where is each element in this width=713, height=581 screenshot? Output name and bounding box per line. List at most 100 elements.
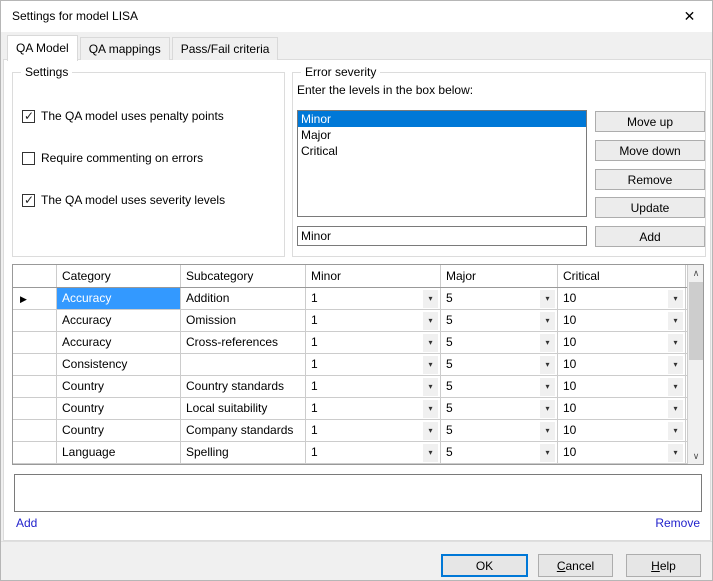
dropdown-icon[interactable]: ▾ <box>668 444 683 462</box>
dropdown-icon[interactable]: ▾ <box>668 312 683 330</box>
cell-minor[interactable]: 1▾ <box>306 332 441 353</box>
checkbox-icon[interactable] <box>22 194 35 207</box>
add-button[interactable]: Add <box>595 226 705 247</box>
header-minor[interactable]: Minor <box>306 265 441 287</box>
cell-subcategory[interactable]: Cross-references <box>181 332 306 353</box>
row-selector[interactable] <box>13 442 57 463</box>
checkbox-require-commenting[interactable]: Require commenting on errors <box>22 151 203 165</box>
cell-subcategory[interactable] <box>181 354 306 375</box>
dropdown-icon[interactable]: ▾ <box>668 400 683 418</box>
row-selector[interactable] <box>13 376 57 397</box>
cell-category[interactable]: Consistency <box>57 354 181 375</box>
table-row[interactable]: Consistency 1▾ 5▾ 10▾ <box>13 354 703 376</box>
cell-minor[interactable]: 1▾ <box>306 398 441 419</box>
cell-major[interactable]: 5▾ <box>441 398 558 419</box>
close-icon[interactable]: ✕ <box>667 1 712 31</box>
cell-category[interactable]: Country <box>57 420 181 441</box>
dropdown-icon[interactable]: ▾ <box>540 444 555 462</box>
table-row[interactable]: Country Country standards 1▾ 5▾ 10▾ <box>13 376 703 398</box>
dropdown-icon[interactable]: ▾ <box>423 356 438 374</box>
table-row[interactable]: Country Local suitability 1▾ 5▾ 10▾ <box>13 398 703 420</box>
table-row[interactable]: Country Company standards 1▾ 5▾ 10▾ <box>13 420 703 442</box>
cell-major[interactable]: 5▾ <box>441 310 558 331</box>
cell-minor[interactable]: 1▾ <box>306 442 441 463</box>
row-selector[interactable]: ▶ <box>13 288 57 309</box>
header-subcategory[interactable]: Subcategory <box>181 265 306 287</box>
move-down-button[interactable]: Move down <box>595 140 705 161</box>
row-selector[interactable] <box>13 398 57 419</box>
cell-minor[interactable]: 1▾ <box>306 376 441 397</box>
cell-minor[interactable]: 1▾ <box>306 288 441 309</box>
cell-minor[interactable]: 1▾ <box>306 354 441 375</box>
cell-subcategory[interactable]: Omission <box>181 310 306 331</box>
dropdown-icon[interactable]: ▾ <box>668 378 683 396</box>
table-row[interactable]: ▶ Accuracy Addition 1▾ 5▾ 10▾ <box>13 288 703 310</box>
cell-critical[interactable]: 10▾ <box>558 354 686 375</box>
row-selector[interactable] <box>13 310 57 331</box>
dropdown-icon[interactable]: ▾ <box>423 290 438 308</box>
dropdown-icon[interactable]: ▾ <box>540 400 555 418</box>
cell-minor[interactable]: 1▾ <box>306 310 441 331</box>
checkbox-severity-levels[interactable]: The QA model uses severity levels <box>22 193 225 207</box>
checkbox-penalty-points[interactable]: The QA model uses penalty points <box>22 109 224 123</box>
checkbox-icon[interactable] <box>22 152 35 165</box>
header-major[interactable]: Major <box>441 265 558 287</box>
header-category[interactable]: Category <box>57 265 181 287</box>
scroll-down-icon[interactable]: ∨ <box>688 448 704 464</box>
row-selector[interactable] <box>13 354 57 375</box>
row-selector[interactable] <box>13 420 57 441</box>
cell-subcategory[interactable]: Country standards <box>181 376 306 397</box>
table-vertical-scrollbar[interactable]: ∧ ∨ <box>687 265 703 464</box>
scrollbar-thumb[interactable] <box>689 282 703 360</box>
dropdown-icon[interactable]: ▾ <box>540 422 555 440</box>
cell-major[interactable]: 5▾ <box>441 332 558 353</box>
table-row[interactable]: Language Spelling 1▾ 5▾ 10▾ <box>13 442 703 464</box>
dropdown-icon[interactable]: ▾ <box>423 334 438 352</box>
table-row[interactable]: Accuracy Omission 1▾ 5▾ 10▾ <box>13 310 703 332</box>
cell-subcategory[interactable]: Spelling <box>181 442 306 463</box>
dropdown-icon[interactable]: ▾ <box>540 378 555 396</box>
dropdown-icon[interactable]: ▾ <box>423 378 438 396</box>
cell-critical[interactable]: 10▾ <box>558 398 686 419</box>
cell-major[interactable]: 5▾ <box>441 288 558 309</box>
dropdown-icon[interactable]: ▾ <box>423 422 438 440</box>
listbox-item-critical[interactable]: Critical <box>298 143 586 159</box>
help-button[interactable]: Help <box>626 554 701 577</box>
header-critical[interactable]: Critical <box>558 265 686 287</box>
cell-critical[interactable]: 10▾ <box>558 332 686 353</box>
cell-critical[interactable]: 10▾ <box>558 288 686 309</box>
cell-minor[interactable]: 1▾ <box>306 420 441 441</box>
comment-textbox[interactable] <box>14 474 702 512</box>
dropdown-icon[interactable]: ▾ <box>423 444 438 462</box>
cell-subcategory[interactable]: Company standards <box>181 420 306 441</box>
cell-category[interactable]: Accuracy <box>57 310 181 331</box>
dropdown-icon[interactable]: ▾ <box>668 334 683 352</box>
cell-critical[interactable]: 10▾ <box>558 376 686 397</box>
checkbox-icon[interactable] <box>22 110 35 123</box>
cell-category[interactable]: Language <box>57 442 181 463</box>
cell-major[interactable]: 5▾ <box>441 442 558 463</box>
dropdown-icon[interactable]: ▾ <box>540 334 555 352</box>
tab-qa-mappings[interactable]: QA mappings <box>80 37 170 60</box>
listbox-item-minor[interactable]: Minor <box>298 111 586 127</box>
update-button[interactable]: Update <box>595 197 705 218</box>
tab-qa-model[interactable]: QA Model <box>7 35 78 61</box>
ok-button[interactable]: OK <box>441 554 528 577</box>
row-selector[interactable] <box>13 332 57 353</box>
severity-levels-listbox[interactable]: Minor Major Critical <box>297 110 587 217</box>
listbox-item-major[interactable]: Major <box>298 127 586 143</box>
dropdown-icon[interactable]: ▾ <box>540 356 555 374</box>
dropdown-icon[interactable]: ▾ <box>668 422 683 440</box>
dropdown-icon[interactable]: ▾ <box>423 400 438 418</box>
cell-category[interactable]: Country <box>57 398 181 419</box>
cell-critical[interactable]: 10▾ <box>558 420 686 441</box>
cell-category[interactable]: Country <box>57 376 181 397</box>
cell-major[interactable]: 5▾ <box>441 354 558 375</box>
cell-major[interactable]: 5▾ <box>441 376 558 397</box>
dropdown-icon[interactable]: ▾ <box>668 290 683 308</box>
cell-critical[interactable]: 10▾ <box>558 442 686 463</box>
cell-major[interactable]: 5▾ <box>441 420 558 441</box>
dropdown-icon[interactable]: ▾ <box>540 290 555 308</box>
cell-category[interactable]: Accuracy <box>57 332 181 353</box>
move-up-button[interactable]: Move up <box>595 111 705 132</box>
